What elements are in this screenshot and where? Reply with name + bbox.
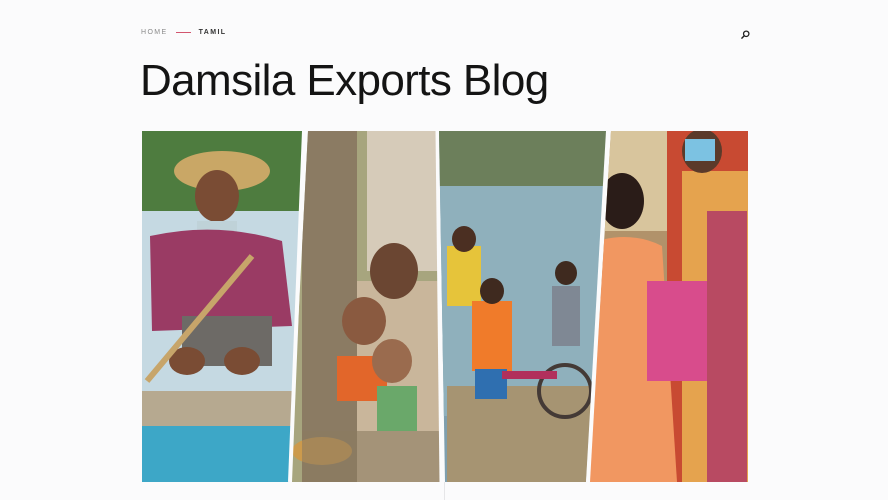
photo-panel-raft: [439, 131, 608, 482]
breadcrumb: HOME TAMIL: [141, 29, 226, 36]
divider-line: [444, 482, 445, 500]
hero-collage-image: [142, 131, 748, 482]
breadcrumb-home-link[interactable]: HOME: [141, 29, 168, 36]
photo-panel-fisherman: [142, 131, 304, 482]
breadcrumb-current: TAMIL: [198, 29, 227, 36]
breadcrumb-separator: [175, 32, 191, 33]
search-icon: [740, 29, 750, 39]
photo-panel-children: [290, 131, 441, 482]
page-title: Damsila Exports Blog: [140, 56, 549, 105]
search-button[interactable]: [738, 27, 752, 41]
